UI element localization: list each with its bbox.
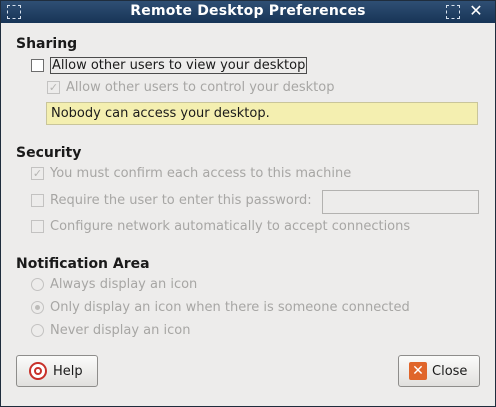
sharing-heading: Sharing bbox=[16, 36, 78, 52]
confirm-access-checkbox: ✓ bbox=[31, 167, 44, 180]
access-status-info: Nobody can access your desktop. bbox=[46, 102, 478, 125]
notify-always-option: Always display an icon bbox=[31, 277, 197, 292]
notify-connected-radio bbox=[31, 301, 44, 314]
allow-view-option[interactable]: Allow other users to view your desktop bbox=[31, 57, 308, 74]
require-password-label: Require the user to enter this password: bbox=[50, 193, 312, 208]
help-button-label: Help bbox=[53, 363, 83, 379]
confirm-access-label: You must confirm each access to this mac… bbox=[50, 166, 352, 181]
notify-always-radio bbox=[31, 278, 44, 291]
allow-control-checkbox: ✓ bbox=[47, 81, 60, 94]
notification-area-heading: Notification Area bbox=[16, 256, 150, 272]
help-icon bbox=[29, 362, 47, 380]
maximize-icon[interactable] bbox=[446, 5, 460, 19]
require-password-checkbox bbox=[31, 194, 44, 207]
notify-connected-label: Only display an icon when there is someo… bbox=[50, 300, 410, 315]
notify-never-option: Never display an icon bbox=[31, 323, 190, 338]
notify-always-label: Always display an icon bbox=[50, 277, 198, 292]
window-title: Remote Desktop Preferences bbox=[130, 3, 366, 19]
notify-connected-option: Only display an icon when there is someo… bbox=[31, 300, 410, 315]
notify-never-label: Never display an icon bbox=[50, 323, 191, 338]
allow-control-label: Allow other users to control your deskto… bbox=[66, 80, 335, 95]
confirm-access-option: ✓ You must confirm each access to this m… bbox=[31, 166, 351, 181]
configure-network-option: Configure network automatically to accep… bbox=[31, 219, 410, 234]
configure-network-label: Configure network automatically to accep… bbox=[50, 219, 411, 234]
close-window-icon[interactable]: ✕ bbox=[467, 2, 485, 20]
close-button-label: Close bbox=[432, 363, 468, 379]
configure-network-checkbox bbox=[31, 220, 44, 233]
security-heading: Security bbox=[16, 145, 82, 161]
require-password-option: Require the user to enter this password: bbox=[31, 193, 312, 208]
title-bar[interactable]: Remote Desktop Preferences ✕ bbox=[1, 1, 495, 23]
close-button[interactable]: ✕ Close bbox=[398, 355, 480, 387]
help-button[interactable]: Help bbox=[16, 355, 98, 387]
remote-desktop-preferences-window: Remote Desktop Preferences ✕ Sharing All… bbox=[0, 0, 496, 407]
password-field bbox=[322, 190, 479, 214]
allow-control-option: ✓ Allow other users to control your desk… bbox=[47, 80, 334, 95]
close-icon: ✕ bbox=[409, 362, 427, 380]
notify-never-radio bbox=[31, 324, 44, 337]
allow-view-label[interactable]: Allow other users to view your desktop bbox=[50, 57, 308, 74]
allow-view-checkbox[interactable] bbox=[31, 59, 44, 72]
